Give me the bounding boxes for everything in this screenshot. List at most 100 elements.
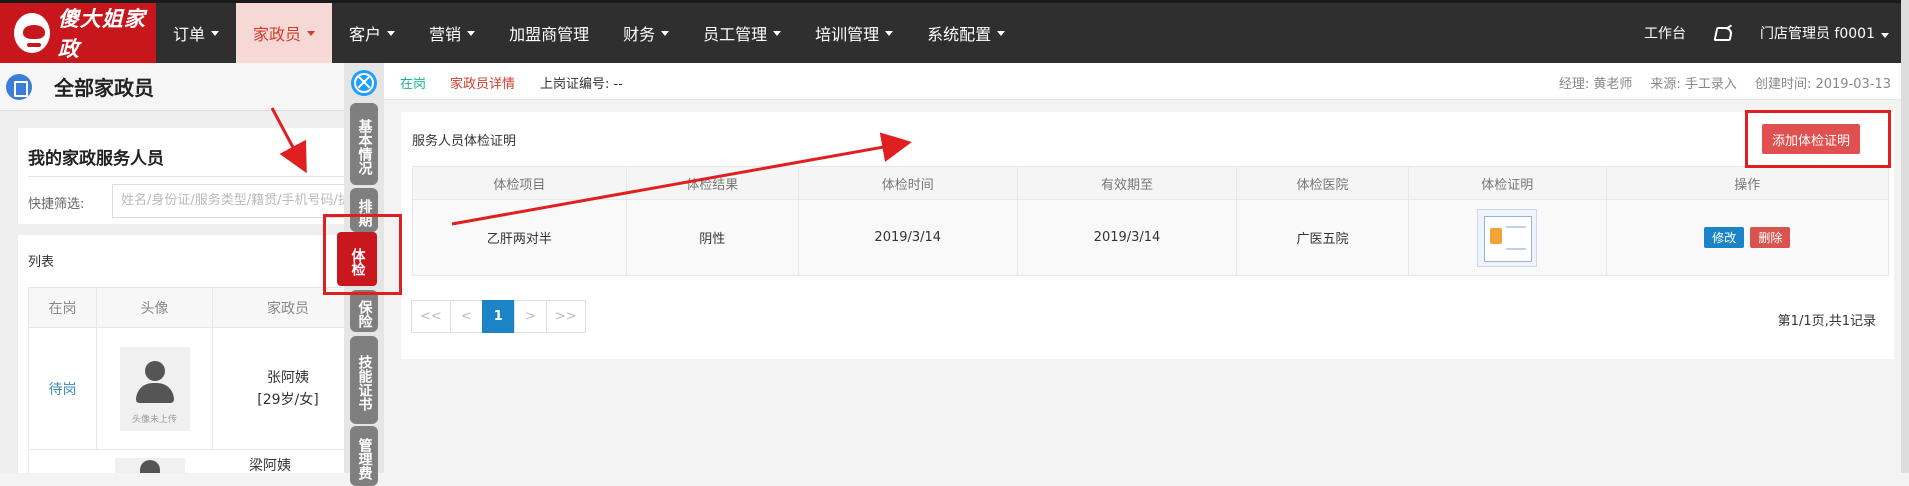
nav-housekeepers[interactable]: 家政员 [236, 3, 333, 63]
cert-lines [1506, 225, 1527, 250]
delete-button[interactable]: 删除 [1750, 227, 1791, 248]
housekeeper-name: 张阿姨 [267, 369, 309, 386]
manager: 经理: 黄老师 [1558, 77, 1633, 92]
col-actions: 操作 [1605, 166, 1890, 200]
page-title: 全部家政员 [54, 76, 154, 100]
source: 来源: 手工录入 [1650, 77, 1737, 92]
col-date: 体检时间 [797, 166, 1018, 200]
list-title: 列表 [28, 255, 55, 270]
tab-basic-info[interactable]: 基本情况 [350, 103, 378, 185]
avatar[interactable] [115, 458, 185, 473]
chevron-down-icon [885, 30, 894, 36]
col-hospital: 体检医院 [1236, 166, 1409, 200]
avatar[interactable]: 头像未上传 [119, 346, 190, 431]
chevron-down-icon [467, 30, 476, 36]
tab-skill-cert[interactable]: 技能证书 [350, 336, 378, 424]
next-page-button[interactable]: > [513, 300, 547, 333]
highlight-box-add-button [1745, 110, 1891, 168]
pagination: << < 1 > >> [411, 300, 586, 333]
panel-title: 服务人员体检证明 [412, 134, 517, 149]
person-icon [144, 360, 165, 381]
health-cert-table: 体检项目 体检结果 体检时间 有效期至 体检医院 体检证明 操作 乙肝两对半 阴… [412, 166, 1890, 276]
detail-panel: 在岗 家政员详情 上岗证编号: -- 经理: 黄老师 来源: 手工录入 创建时间… [384, 63, 1901, 473]
chevron-down-icon [1881, 33, 1889, 38]
status-badge[interactable]: 待岗 [28, 327, 97, 450]
chevron-down-icon [387, 30, 396, 36]
nav-customers-label: 客户 [349, 27, 382, 44]
list-card: 列表 在岗 头像 家政员 待岗 头像未上传 张阿姨 [29岁/女] [18, 235, 364, 473]
person-body [135, 382, 174, 403]
filter-label: 快捷筛选: [28, 197, 85, 212]
window-scrollbar[interactable] [1901, 0, 1909, 473]
detail-title: 家政员详情 [450, 77, 516, 92]
col-avatar: 头像 [96, 287, 213, 328]
nav-settings[interactable]: 系统配置 [910, 3, 1022, 63]
nav-housekeepers-label: 家政员 [253, 27, 302, 44]
tab-management-fee[interactable]: 管理费 [350, 426, 378, 486]
chevron-down-icon [661, 30, 670, 36]
first-page-button[interactable]: << [411, 300, 451, 333]
last-page-button[interactable]: >> [545, 300, 586, 333]
cell-actions: 修改 删除 [1605, 199, 1890, 276]
nav-franchise[interactable]: 加盟商管理 [492, 3, 606, 63]
housekeeper-name: 梁阿姨 [249, 458, 291, 473]
chevron-down-icon [211, 30, 220, 36]
housekeeper-table: 在岗 头像 家政员 待岗 头像未上传 张阿姨 [29岁/女] [28, 287, 364, 450]
main-menu: 订单 家政员 客户 营销 加盟商管理 财务 员工管理 培训管理 系统配置 [156, 3, 1022, 63]
left-panel-header: 全部家政员 [0, 63, 384, 111]
user-menu[interactable]: 门店管理员 f0001 [1760, 23, 1889, 43]
nav-settings-label: 系统配置 [927, 27, 992, 44]
notification-icon[interactable] [1714, 24, 1732, 42]
col-item: 体检项目 [412, 166, 627, 200]
meta-group: 经理: 黄老师 来源: 手工录入 创建时间: 2019-03-13 [1559, 73, 1891, 92]
logo-face-icon [14, 13, 50, 53]
cell-date: 2019/3/14 [797, 199, 1018, 276]
chevron-down-icon [307, 30, 316, 36]
cert-number: 上岗证编号: -- [540, 77, 623, 92]
nav-marketing[interactable]: 营销 [412, 3, 492, 63]
tab-insurance[interactable]: 保险 [350, 290, 378, 332]
cell-result: 阴性 [625, 199, 799, 276]
nav-customers[interactable]: 客户 [332, 3, 412, 63]
certificate-thumbnail[interactable] [1477, 208, 1538, 267]
book-icon [6, 73, 32, 100]
nav-orders[interactable]: 订单 [156, 3, 236, 63]
close-ring [354, 73, 374, 93]
health-cert-panel: 服务人员体检证明 添加体检证明 体检项目 体检结果 体检时间 有效期至 体检医院… [401, 112, 1894, 359]
prev-page-button[interactable]: < [449, 300, 483, 333]
cell-hospital: 广医五院 [1236, 199, 1409, 276]
cell-item: 乙肝两对半 [412, 199, 627, 276]
edit-button[interactable]: 修改 [1704, 227, 1745, 248]
page-info: 第1/1页,共1记录 [1777, 314, 1876, 329]
duty-status: 在岗 [400, 77, 427, 92]
created-time: 创建时间: 2019-03-13 [1754, 77, 1891, 92]
nav-orders-label: 订单 [173, 27, 206, 44]
table-row: 乙肝两对半 阴性 2019/3/14 2019/3/14 广医五院 修改 删除 [412, 199, 1890, 276]
name-cell[interactable]: 张阿姨 [29岁/女] [212, 327, 364, 450]
table-row[interactable]: 待岗 头像未上传 张阿姨 [29岁/女] [28, 327, 364, 450]
workbench-link[interactable]: 工作台 [1644, 23, 1686, 43]
cell-valid: 2019/3/14 [1016, 199, 1238, 276]
nav-staff[interactable]: 员工管理 [686, 3, 798, 63]
col-valid: 有效期至 [1016, 166, 1238, 200]
close-icon[interactable] [351, 70, 377, 96]
nav-staff-label: 员工管理 [703, 27, 768, 44]
col-result: 体检结果 [625, 166, 799, 200]
top-navbar: 傻大姐家政 订单 家政员 客户 营销 加盟商管理 财务 员工管理 培训管理 系统… [0, 0, 1909, 63]
brand-logo[interactable]: 傻大姐家政 [0, 3, 156, 63]
page-1-button[interactable]: 1 [481, 300, 515, 333]
nav-marketing-label: 营销 [429, 27, 462, 44]
info-bar: 在岗 家政员详情 上岗证编号: -- 经理: 黄老师 来源: 手工录入 创建时间… [384, 63, 1901, 100]
table-row[interactable]: 梁阿姨 [28, 452, 364, 473]
chevron-down-icon [997, 30, 1006, 36]
cell-cert [1407, 199, 1607, 276]
nav-franchise-label: 加盟商管理 [509, 27, 590, 44]
user-name: 门店管理员 f0001 [1759, 26, 1875, 42]
housekeeper-info: [29岁/女] [257, 391, 319, 408]
highlight-box-health-tab [323, 214, 402, 295]
nav-training[interactable]: 培训管理 [798, 3, 910, 63]
nav-training-label: 培训管理 [815, 27, 880, 44]
search-input[interactable]: 姓名/身份证/服务类型/籍贯/手机号码/护 [112, 184, 364, 218]
nav-finance[interactable]: 财务 [606, 3, 686, 63]
col-status: 在岗 [28, 287, 97, 328]
